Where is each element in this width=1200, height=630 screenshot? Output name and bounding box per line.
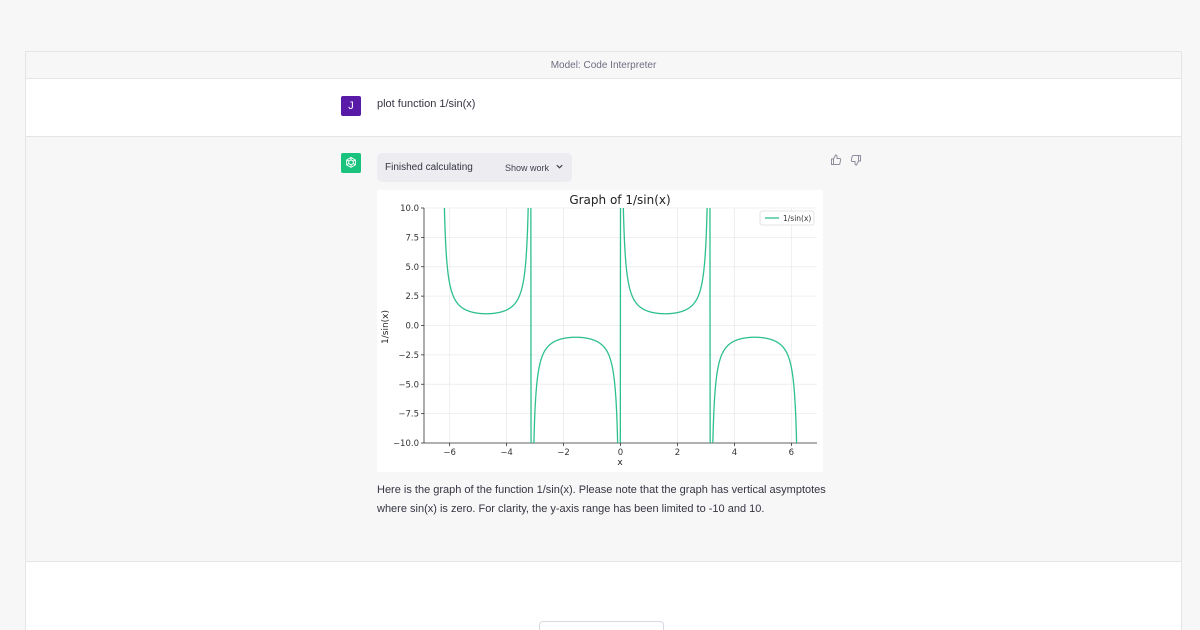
x-tick-label: 4 <box>732 448 737 458</box>
thumbs-down-icon[interactable] <box>850 154 862 166</box>
assistant-answer-text: Here is the graph of the function 1/sin(… <box>377 484 826 515</box>
y-tick-label: 7.5 <box>405 233 419 243</box>
user-avatar: J <box>341 96 361 116</box>
y-tick-label: −7.5 <box>398 410 419 420</box>
chart-legend: 1/sin(x) <box>759 210 815 226</box>
x-tick-label: −6 <box>443 448 456 458</box>
chevron-down-icon <box>555 162 564 173</box>
user-avatar-letter: J <box>348 100 354 112</box>
model-label: Model: Code Interpreter <box>550 59 657 71</box>
x-tick-label: −2 <box>557 448 570 458</box>
openai-logo-icon <box>341 153 361 173</box>
y-tick-label: −2.5 <box>398 351 419 361</box>
show-work-label: Show work <box>504 162 549 173</box>
show-work-button[interactable]: Show work <box>505 162 564 173</box>
x-tick-label: −4 <box>500 448 513 458</box>
y-tick-label: 10.0 <box>400 204 419 214</box>
y-tick-label: 5.0 <box>405 263 419 273</box>
user-message-text: plot function 1/sin(x) <box>377 98 476 110</box>
chart-ticks: −6 −4 −2 0 2 4 6 10.0 7.5 5.0 2.5 0.0 −2.5 −5.0 −7.5 −1… <box>393 204 794 458</box>
tool-status-pill: Finished calculating Show work <box>377 153 572 182</box>
tool-status-text: Finished calculating <box>385 162 473 173</box>
chart-title: Graph of 1/sin(x) <box>569 193 670 207</box>
y-tick-label: −10.0 <box>393 439 419 449</box>
feedback-controls <box>830 154 862 166</box>
y-tick-label: 2.5 <box>405 292 419 302</box>
legend-label: 1/sin(x) <box>783 214 811 223</box>
chart-svg: Graph of 1/sin(x) −6 −4 −2 0 2 4 6 10.0 7.5 5.0 2.… <box>381 193 817 468</box>
chart-image: Graph of 1/sin(x) −6 −4 −2 0 2 4 6 10.0 7.5 5.0 2.… <box>377 190 823 472</box>
x-axis-label: x <box>617 458 623 468</box>
assistant-message-row: Finished calculating Show work Graph of … <box>26 137 1181 562</box>
x-tick-label: 0 <box>618 448 623 458</box>
y-tick-label: −5.0 <box>398 380 419 390</box>
regenerate-button[interactable] <box>539 621 664 630</box>
thumbs-up-icon[interactable] <box>830 154 842 166</box>
model-bar: Model: Code Interpreter <box>26 51 1181 79</box>
x-tick-label: 6 <box>789 448 794 458</box>
user-message-row: J plot function 1/sin(x) <box>26 79 1181 137</box>
y-tick-label: 0.0 <box>405 322 419 332</box>
chat-frame: Model: Code Interpreter J plot function … <box>25 51 1182 630</box>
y-axis-label: 1/sin(x) <box>381 310 391 344</box>
x-tick-label: 2 <box>675 448 680 458</box>
